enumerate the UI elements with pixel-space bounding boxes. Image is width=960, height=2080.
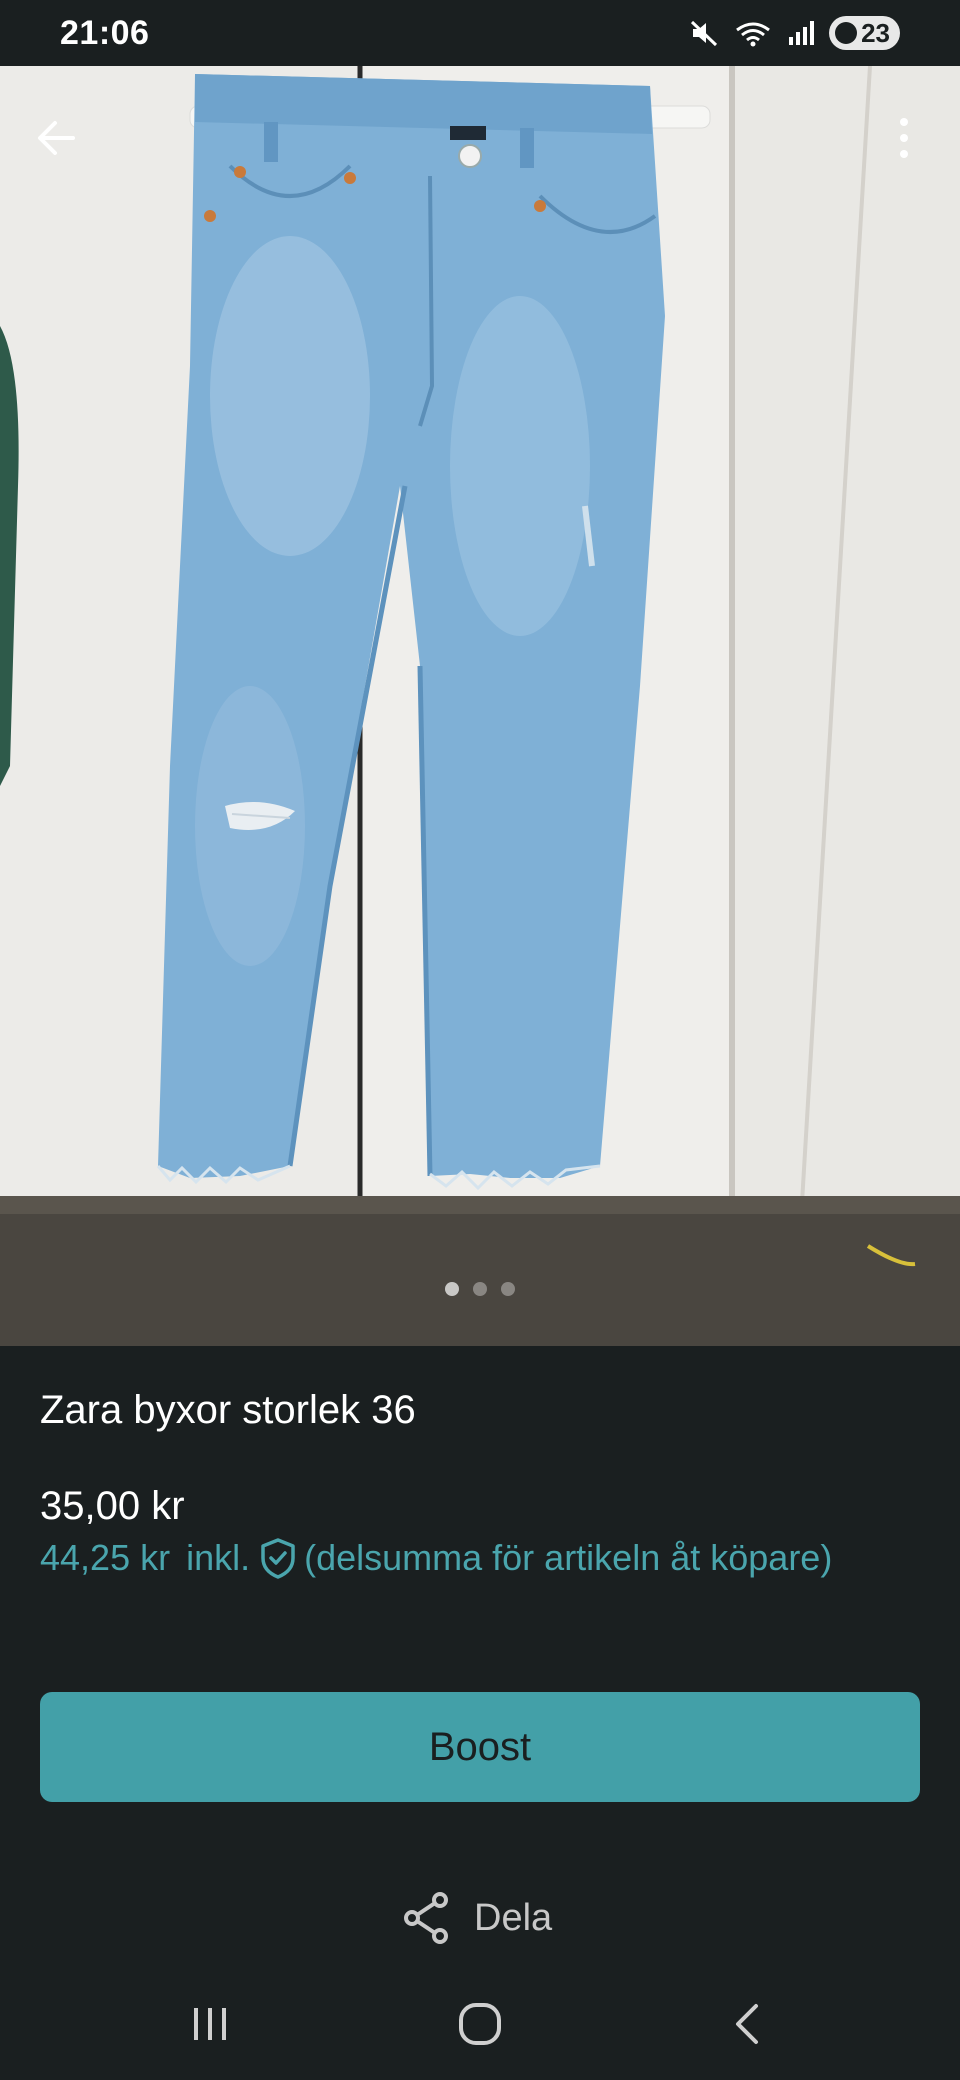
product-photo[interactable]: [0, 66, 960, 1346]
boost-button[interactable]: Boost: [40, 1692, 920, 1802]
recent-apps-button[interactable]: [180, 1994, 240, 2054]
listing-price: 35,00 kr: [40, 1484, 185, 1528]
recent-apps-icon: [194, 2008, 226, 2040]
battery-level: 23: [861, 17, 890, 48]
more-vertical-icon: [900, 118, 908, 126]
mute-icon: [691, 20, 718, 47]
share-label: Dela: [474, 1896, 553, 1939]
home-icon: [459, 2003, 501, 2045]
signal-icon: [789, 21, 815, 45]
buyer-price-row[interactable]: 44,25 kr inkl. (delsumma för artikeln åt…: [40, 1536, 832, 1580]
wifi-icon: [736, 22, 770, 47]
incl-note: (delsumma för artikeln åt köpare): [304, 1537, 833, 1578]
jeans-image: [0, 66, 960, 1346]
status-bar: 21:06 23: [0, 0, 960, 66]
more-options-button[interactable]: [880, 106, 928, 170]
battery-icon: [835, 22, 858, 44]
buyer-price: 44,25 kr: [40, 1537, 171, 1578]
photo-page-indicator: [0, 1282, 960, 1296]
page-dot: [501, 1282, 515, 1296]
home-button[interactable]: [450, 1994, 510, 2054]
back-arrow-icon: [38, 121, 75, 155]
system-back-button[interactable]: [718, 1994, 778, 2054]
system-nav-bar: [0, 1966, 960, 2080]
back-button[interactable]: [28, 110, 84, 166]
status-time: 21:06: [60, 13, 150, 52]
page-dot: [445, 1282, 459, 1296]
chevron-left-icon: [736, 2004, 758, 2044]
shield-check-icon: [261, 1538, 295, 1579]
battery-indicator: 23: [829, 16, 900, 50]
incl-label: inkl.: [186, 1537, 251, 1578]
page-dot: [473, 1282, 487, 1296]
share-icon: [404, 1892, 448, 1944]
status-icons: 23: [689, 16, 900, 50]
listing-title: Zara byxor storlek 36: [40, 1388, 416, 1432]
share-button[interactable]: Dela: [400, 1886, 552, 1950]
